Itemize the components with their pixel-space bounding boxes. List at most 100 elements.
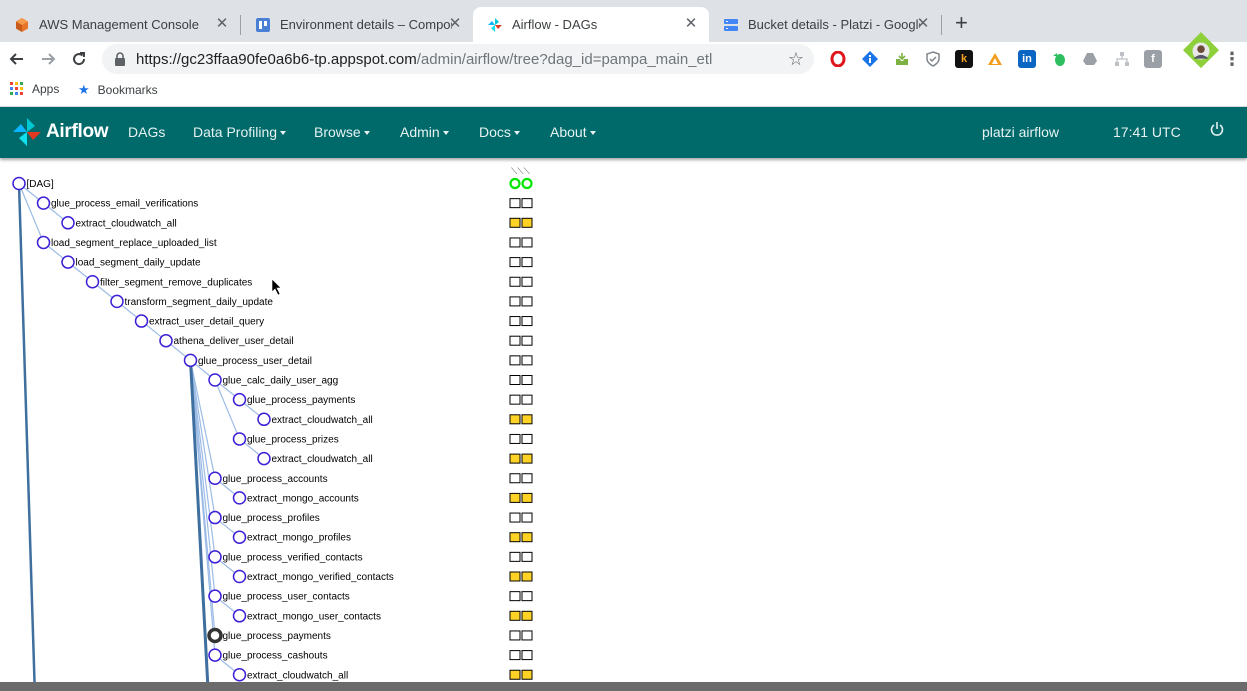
task-instance-square[interactable] — [509, 316, 521, 327]
task-node-circle[interactable] — [207, 627, 223, 644]
task-instance-square[interactable] — [509, 630, 521, 641]
task-node-circle[interactable] — [12, 176, 26, 191]
task-label[interactable]: extract_mongo_accounts — [247, 493, 359, 504]
task-instance-square[interactable] — [521, 276, 533, 287]
close-icon[interactable]: ✕ — [214, 16, 230, 32]
task-label[interactable]: glue_process_prizes — [247, 434, 339, 445]
task-label[interactable]: glue_process_user_detail — [198, 356, 312, 367]
task-instance-square[interactable] — [521, 473, 533, 484]
task-instance-square[interactable] — [509, 375, 521, 385]
tree-node[interactable]: glue_process_accounts — [208, 471, 533, 485]
task-node-circle[interactable] — [134, 314, 149, 328]
task-instance-square[interactable] — [509, 217, 521, 228]
tree-node[interactable]: glue_process_verified_contacts — [208, 550, 533, 564]
task-label[interactable]: extract_mongo_verified_contacts — [247, 572, 394, 583]
tree-node[interactable]: extract_cloudwatch_all — [232, 668, 533, 682]
tree-node[interactable]: load_segment_daily_update — [61, 255, 533, 269]
evernote-icon[interactable] — [1050, 50, 1068, 68]
task-node-circle[interactable] — [61, 216, 75, 230]
nav-user[interactable]: platzi airflow — [982, 124, 1059, 140]
tree-node[interactable]: athena_deliver_user_detail — [159, 333, 533, 348]
task-instance-square[interactable] — [509, 551, 521, 562]
task-label[interactable]: extract_mongo_profiles — [247, 533, 351, 544]
tab-airflow-dags[interactable]: Airflow - DAGs ✕ — [473, 7, 709, 42]
task-instance-square[interactable] — [509, 492, 521, 503]
facebook-icon[interactable]: f — [1144, 50, 1162, 68]
bookmark-bookmarks[interactable]: ★ Bookmarks — [78, 82, 158, 98]
task-instance-square[interactable] — [509, 571, 521, 582]
tree-node[interactable]: glue_process_user_contacts — [208, 589, 533, 603]
task-instance-square[interactable] — [509, 473, 521, 484]
task-label[interactable]: glue_process_email_verifications — [51, 199, 198, 210]
tree-node[interactable]: glue_process_user_detail — [183, 353, 533, 368]
nav-admin[interactable]: Admin — [400, 124, 449, 140]
shield-icon[interactable] — [924, 50, 942, 68]
task-instance-square[interactable] — [509, 433, 521, 444]
tree-node[interactable]: extract_mongo_verified_contacts — [232, 569, 533, 584]
info-icon[interactable] — [861, 50, 879, 68]
address-bar[interactable]: https://gc23ffaa90fe0a6b6-tp.appspot.com… — [102, 44, 814, 74]
task-instance-square[interactable] — [509, 414, 521, 425]
task-label[interactable]: glue_process_cashouts — [223, 651, 328, 662]
task-label[interactable]: extract_user_detail_query — [149, 317, 264, 328]
bookmark-apps[interactable]: Apps — [10, 82, 59, 96]
task-instance-square[interactable] — [521, 610, 533, 621]
task-instance-square[interactable] — [521, 198, 533, 209]
task-instance-square[interactable] — [509, 610, 521, 621]
task-instance-square[interactable] — [521, 591, 533, 602]
task-node-circle[interactable] — [208, 510, 222, 525]
task-label[interactable]: load_segment_daily_update — [76, 258, 202, 269]
task-instance-square[interactable] — [509, 453, 521, 464]
task-node-circle[interactable] — [208, 648, 222, 662]
task-instance-square[interactable] — [509, 237, 521, 248]
task-instance-square[interactable] — [521, 335, 533, 346]
task-node-circle[interactable] — [208, 589, 222, 603]
task-instance-square[interactable] — [521, 217, 533, 228]
reload-icon[interactable] — [67, 47, 91, 71]
task-instance-square[interactable] — [521, 237, 533, 248]
tree-node[interactable]: glue_process_profiles — [208, 510, 533, 525]
task-node-circle[interactable] — [85, 275, 100, 289]
tree-node[interactable]: extract_cloudwatch_all — [61, 216, 533, 230]
task-label[interactable]: glue_process_payments — [247, 395, 355, 406]
task-label[interactable]: load_segment_replace_uploaded_list — [51, 238, 217, 249]
tree-node[interactable]: extract_user_detail_query — [134, 314, 533, 328]
triangle-icon[interactable] — [986, 50, 1004, 68]
task-instance-square[interactable] — [521, 296, 533, 307]
power-icon[interactable] — [1209, 121, 1225, 140]
task-label[interactable]: glue_calc_daily_user_agg — [223, 376, 339, 387]
task-node-circle[interactable] — [36, 235, 51, 250]
task-label[interactable]: filter_segment_remove_duplicates — [100, 277, 252, 288]
task-instance-square[interactable] — [521, 453, 533, 464]
tree-node[interactable]: glue_process_cashouts — [208, 648, 533, 662]
new-tab-button[interactable]: + — [955, 12, 968, 34]
k-icon[interactable]: k — [955, 50, 973, 68]
task-label[interactable]: extract_cloudwatch_all — [272, 454, 373, 465]
task-node-circle[interactable] — [257, 451, 271, 466]
task-label[interactable]: extract_mongo_user_contacts — [247, 611, 381, 622]
airflow-logo[interactable]: Airflow — [12, 117, 109, 147]
tab-environment-details[interactable]: Environment details – Compos ✕ — [241, 7, 473, 42]
task-instance-square[interactable] — [509, 650, 521, 661]
close-icon[interactable]: ✕ — [683, 16, 699, 32]
task-instance-square[interactable] — [509, 532, 521, 543]
star-icon[interactable]: ☆ — [788, 49, 804, 70]
nav-about[interactable]: About — [550, 124, 596, 140]
task-label[interactable]: glue_process_user_contacts — [223, 592, 350, 603]
task-label[interactable]: glue_process_payments — [223, 631, 331, 642]
task-label[interactable]: extract_cloudwatch_all — [272, 415, 373, 426]
task-instance-square[interactable] — [521, 532, 533, 543]
task-instance-square[interactable] — [521, 630, 533, 641]
profile-avatar-icon[interactable] — [1183, 32, 1219, 70]
task-node-circle[interactable] — [36, 196, 51, 210]
dag-run-success-icon[interactable] — [509, 177, 521, 190]
tab-bucket-details[interactable]: Bucket details - Platzi - Google ✕ — [709, 7, 941, 42]
task-instance-square[interactable] — [521, 394, 533, 405]
task-instance-square[interactable] — [521, 669, 533, 680]
task-node-circle[interactable] — [257, 412, 271, 427]
task-node-circle[interactable] — [208, 550, 222, 564]
task-node-circle[interactable] — [61, 255, 75, 269]
task-instance-square[interactable] — [521, 355, 533, 366]
task-node-circle[interactable] — [232, 491, 247, 505]
back-arrow-icon[interactable] — [5, 47, 29, 71]
